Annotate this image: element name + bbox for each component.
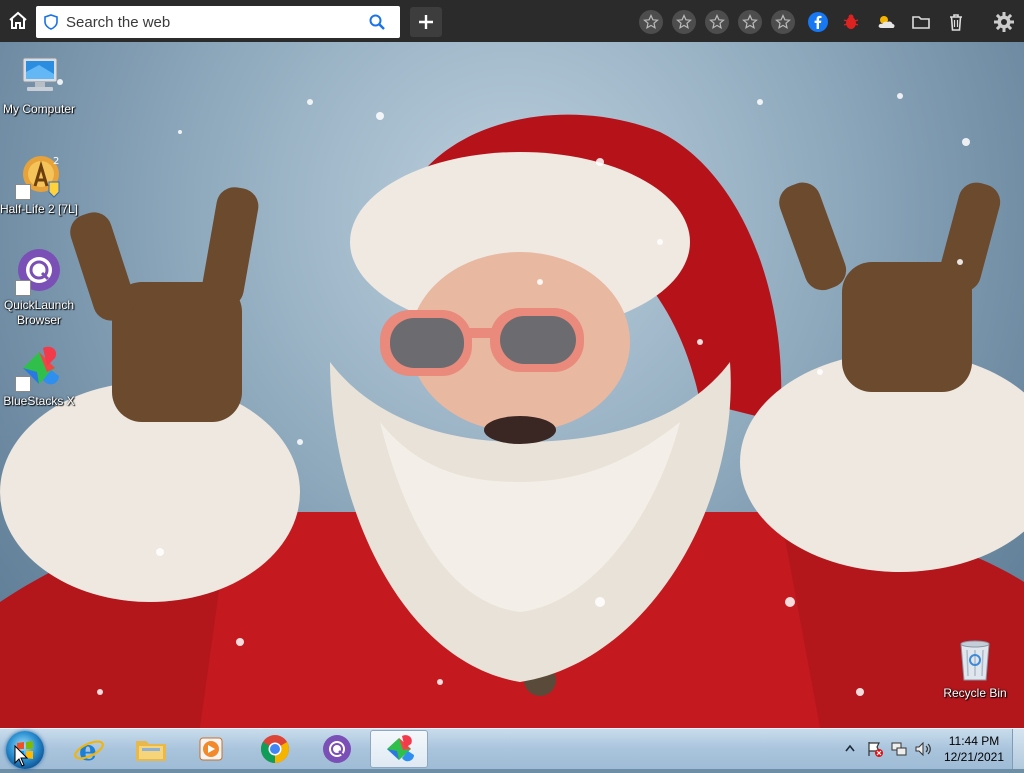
search-icon[interactable]: [368, 13, 386, 35]
shortcut-arrow-icon: [15, 184, 31, 200]
folder-icon: [912, 16, 930, 29]
taskbar-chrome[interactable]: [246, 730, 304, 768]
half-life-icon: 2: [15, 152, 63, 200]
recycle-bin-icon: [951, 636, 999, 684]
plus-icon: [419, 15, 433, 29]
system-clock[interactable]: 11:44 PM 12/21/2021: [936, 733, 1012, 765]
taskbar: e 11:44 PM 12/21/2021: [0, 728, 1024, 769]
weather-icon: [878, 16, 895, 28]
desktop-icon-half-life-2[interactable]: 2 Half-Life 2 [7L]: [0, 152, 79, 217]
chrome-icon: [261, 735, 289, 763]
new-tab-button[interactable]: [410, 7, 442, 37]
network-icon[interactable]: [890, 740, 908, 758]
trash-icon: [950, 14, 962, 31]
desktop-icon-my-computer[interactable]: My Computer: [0, 52, 79, 117]
settings-button[interactable]: [992, 10, 1016, 34]
star-icon: [709, 14, 725, 30]
quicklaunch-icon: [15, 248, 63, 296]
search-bar[interactable]: [36, 6, 400, 38]
bluestacks-icon: [387, 735, 414, 762]
tray-expand-icon[interactable]: [845, 744, 855, 752]
computer-icon: [15, 52, 63, 100]
bug-icon: [843, 14, 859, 29]
facebook-button[interactable]: [806, 10, 830, 34]
taskbar-media-player[interactable]: [182, 730, 240, 768]
quicklaunch-icon: [323, 735, 351, 763]
shield-icon: [44, 13, 60, 31]
gear-icon: [994, 12, 1014, 32]
volume-icon[interactable]: [914, 740, 932, 758]
taskbar-internet-explorer[interactable]: e: [60, 730, 118, 768]
media-player-icon: [199, 737, 223, 761]
desktop-icon-label: QuickLaunch Browser: [3, 298, 75, 327]
taskbar-quicklaunch[interactable]: [308, 730, 366, 768]
facebook-icon: [808, 12, 828, 32]
folder-button[interactable]: [909, 10, 933, 34]
svg-text:2: 2: [53, 156, 59, 167]
shortcut-arrow-icon: [15, 280, 31, 296]
internet-explorer-icon: e: [74, 734, 104, 765]
top-toolbar: [0, 0, 1024, 42]
shortcut-arrow-icon: [15, 376, 31, 392]
favorite-slot-5[interactable]: [771, 10, 795, 34]
desktop-icon-label: My Computer: [2, 102, 76, 116]
desktop-icon-bluestacks-x[interactable]: BlueStacks X: [0, 344, 79, 409]
desktop-icon-label: Half-Life 2 [7L]: [0, 202, 79, 216]
show-desktop-button[interactable]: [1012, 729, 1024, 769]
desktop-wallpaper: [0, 42, 1024, 728]
star-icon: [676, 14, 692, 30]
action-center-flag-icon[interactable]: [866, 740, 884, 758]
bluestacks-icon: [15, 344, 63, 392]
search-input[interactable]: [64, 12, 368, 32]
star-icon: [742, 14, 758, 30]
desktop-icon-label: Recycle Bin: [943, 686, 1007, 700]
security-button[interactable]: [839, 10, 863, 34]
favorite-slot-3[interactable]: [705, 10, 729, 34]
file-explorer-icon: [136, 741, 166, 761]
favorite-slot-2[interactable]: [672, 10, 696, 34]
favorite-slot-1[interactable]: [639, 10, 663, 34]
home-button[interactable]: [4, 8, 32, 34]
taskbar-bluestacks[interactable]: [370, 730, 428, 768]
taskbar-file-explorer[interactable]: [122, 730, 180, 768]
svg-text:e: e: [79, 734, 97, 765]
home-icon: [9, 11, 27, 29]
favorite-slot-4[interactable]: [738, 10, 762, 34]
star-icon: [643, 14, 659, 30]
mouse-cursor-icon: [14, 745, 28, 767]
clock-date: 12/21/2021: [943, 750, 1005, 764]
desktop-icon-label: BlueStacks X: [3, 394, 75, 408]
weather-button[interactable]: [874, 10, 898, 34]
desktop-icon-quicklaunch-browser[interactable]: QuickLaunch Browser: [0, 248, 79, 328]
star-icon: [775, 14, 791, 30]
santa-wallpaper-image: [0, 79, 1024, 728]
clock-time: 11:44 PM: [948, 734, 1000, 748]
desktop-icon-recycle-bin[interactable]: Recycle Bin: [935, 636, 1015, 701]
trash-button[interactable]: [944, 10, 968, 34]
